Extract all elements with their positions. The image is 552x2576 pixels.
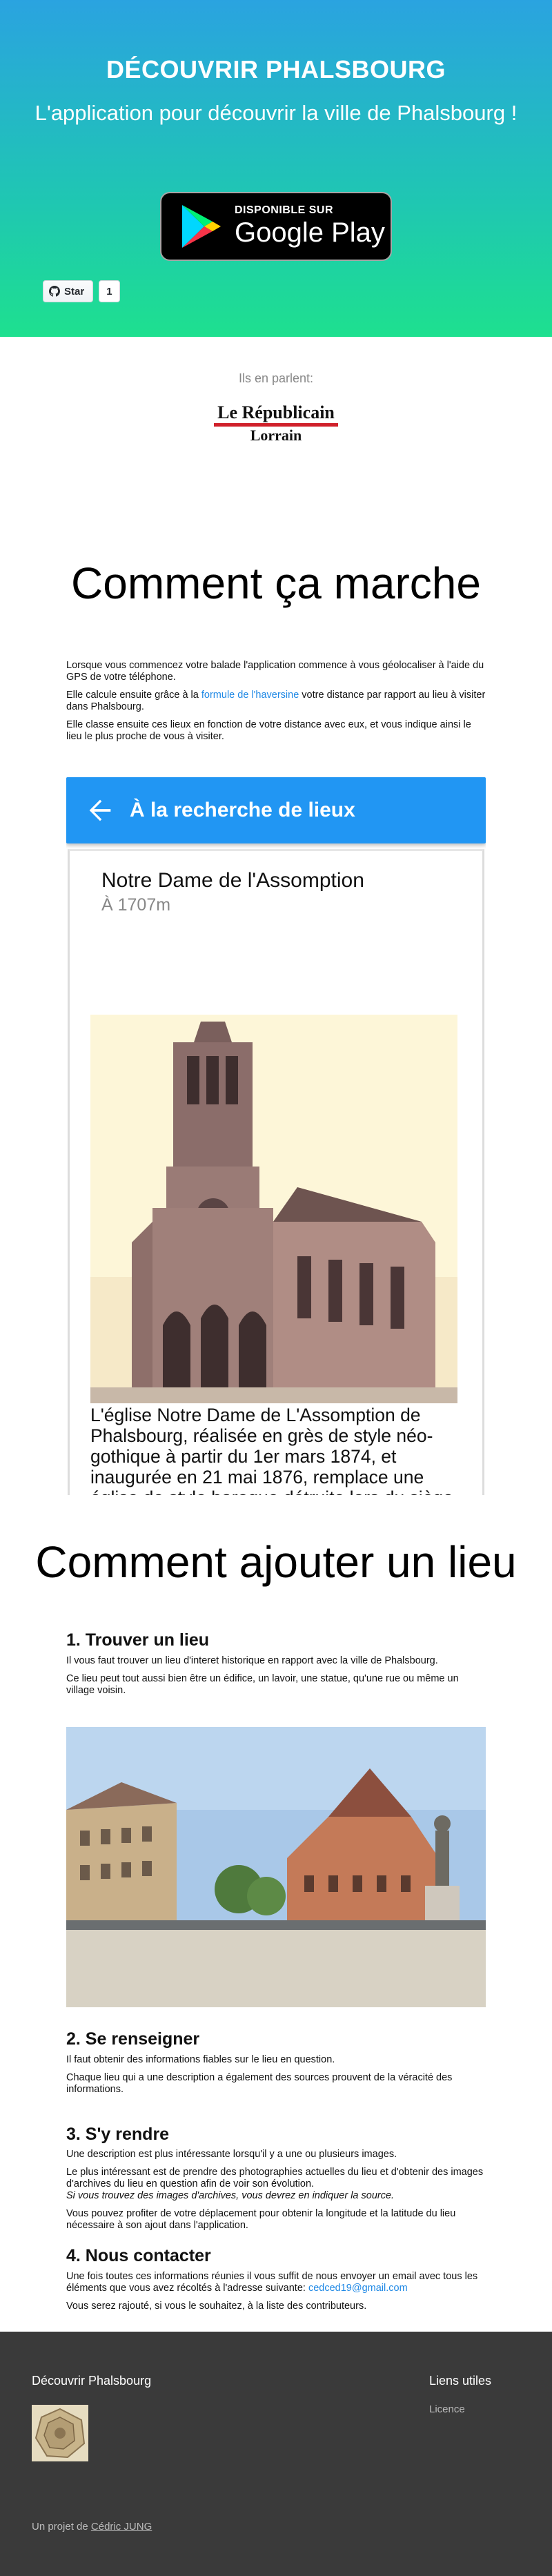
add-place-heading: Comment ajouter un lieu <box>35 1537 517 1587</box>
github-star-label: Star <box>64 285 85 297</box>
logo-line-2: Lorrain <box>250 427 302 444</box>
author-link[interactable]: Cédric JUNG <box>91 2521 152 2533</box>
step-3-paragraph-1: Une description est plus intéressante lo… <box>66 2149 397 2160</box>
how-it-works-heading: Comment ça marche <box>71 558 481 608</box>
place-description: L'église Notre Dame de L'Assomption de P… <box>90 1405 453 1495</box>
church-photo <box>90 1015 457 1403</box>
how-paragraph-3: Elle classe ensuite ces lieux en fonctio… <box>66 719 471 742</box>
contact-email-link[interactable]: cedced19@gmail.com <box>308 2283 408 2294</box>
step-3-title: 3. S'y rendre <box>66 2125 170 2144</box>
github-star-button[interactable]: Star <box>43 280 94 302</box>
app-screenshot: À la recherche de lieux Notre Dame de l'… <box>66 777 486 1495</box>
step-3-paragraph-3: Vous pouvez profiter de votre déplacemen… <box>66 2208 456 2231</box>
step-2-paragraph-1: Il faut obtenir des informations fiables… <box>66 2054 335 2065</box>
footer-links-title: Liens utiles <box>429 2374 492 2388</box>
google-play-badge[interactable]: DISPONIBLE SUR Google Play <box>160 192 392 261</box>
step-1-text: Il vous faut trouver un lieu d'interet h… <box>66 1655 487 1703</box>
step-4-paragraph-1: Une fois toutes ces informations réunies… <box>66 2271 478 2294</box>
step-2-paragraph-2: Chaque lieu qui a une description a égal… <box>66 2072 453 2095</box>
place-name: Notre Dame de l'Assomption <box>101 869 364 892</box>
logo-line-1: Le Républicain <box>217 402 335 422</box>
how-it-works-text: Lorsque vous commencez votre balade l'ap… <box>66 660 487 749</box>
step-3-text: Une description est plus intéressante lo… <box>66 2149 487 2238</box>
step-4-title: 4. Nous contacter <box>66 2246 211 2265</box>
hero-section: DÉCOUVRIR PHALSBOURG L'application pour … <box>0 0 552 337</box>
step-2-title: 2. Se renseigner <box>66 2029 200 2049</box>
how-paragraph-2: Elle calcule ensuite grâce à la formule … <box>66 690 486 712</box>
github-star-widget: Star 1 <box>43 280 120 302</box>
footer-credit: Un projet de Cédric JUNG <box>32 2521 152 2533</box>
app-toolbar: À la recherche de lieux <box>66 777 486 843</box>
how-paragraph-1: Lorsque vous commencez votre balade l'ap… <box>66 660 484 683</box>
github-star-count[interactable]: 1 <box>99 280 120 302</box>
step-4-paragraph-2: Vous serez rajouté, si vous le souhaitez… <box>66 2301 367 2312</box>
place-card[interactable]: Notre Dame de l'Assomption À 1707m L'égl… <box>68 849 484 1495</box>
footer-site-name: Découvrir Phalsbourg <box>32 2374 152 2388</box>
place-distance: À 1707m <box>101 895 171 915</box>
town-square-photo <box>66 1727 486 2007</box>
phalsbourg-map-thumbnail <box>32 2405 88 2461</box>
archive-source-note: Si vous trouvez des images d'archives, v… <box>66 2190 395 2201</box>
back-arrow-icon[interactable] <box>84 794 116 826</box>
site-title: DÉCOUVRIR PHALSBOURG <box>106 55 446 84</box>
step-2-text: Il faut obtenir des informations fiables… <box>66 2054 487 2102</box>
step-1-title: 1. Trouver un lieu <box>66 1630 209 1650</box>
app-toolbar-title: À la recherche de lieux <box>130 799 355 821</box>
republicain-lorrain-logo[interactable]: Le Républicain Lorrain <box>214 403 338 443</box>
step-1-paragraph-2: Ce lieu peut tout aussi bien être un édi… <box>66 1673 459 1696</box>
badge-small-text: DISPONIBLE SUR <box>235 204 334 216</box>
badge-store-name: Google Play <box>235 217 385 248</box>
site-subtitle: L'application pour découvrir la ville de… <box>34 101 518 125</box>
site-footer: Découvrir Phalsbourg Un projet de Cédric… <box>0 2332 552 2576</box>
press-label: Ils en parlent: <box>238 371 314 385</box>
haversine-link[interactable]: formule de l'haversine <box>201 690 299 701</box>
github-mark-icon <box>49 286 60 297</box>
play-store-icon <box>182 205 221 248</box>
step-1-paragraph-1: Il vous faut trouver un lieu d'interet h… <box>66 1655 438 1666</box>
step-4-text: Une fois toutes ces informations réunies… <box>66 2271 487 2319</box>
step-3-paragraph-2: Le plus intéressant est de prendre des p… <box>66 2167 484 2201</box>
licence-link[interactable]: Licence <box>429 2403 465 2415</box>
